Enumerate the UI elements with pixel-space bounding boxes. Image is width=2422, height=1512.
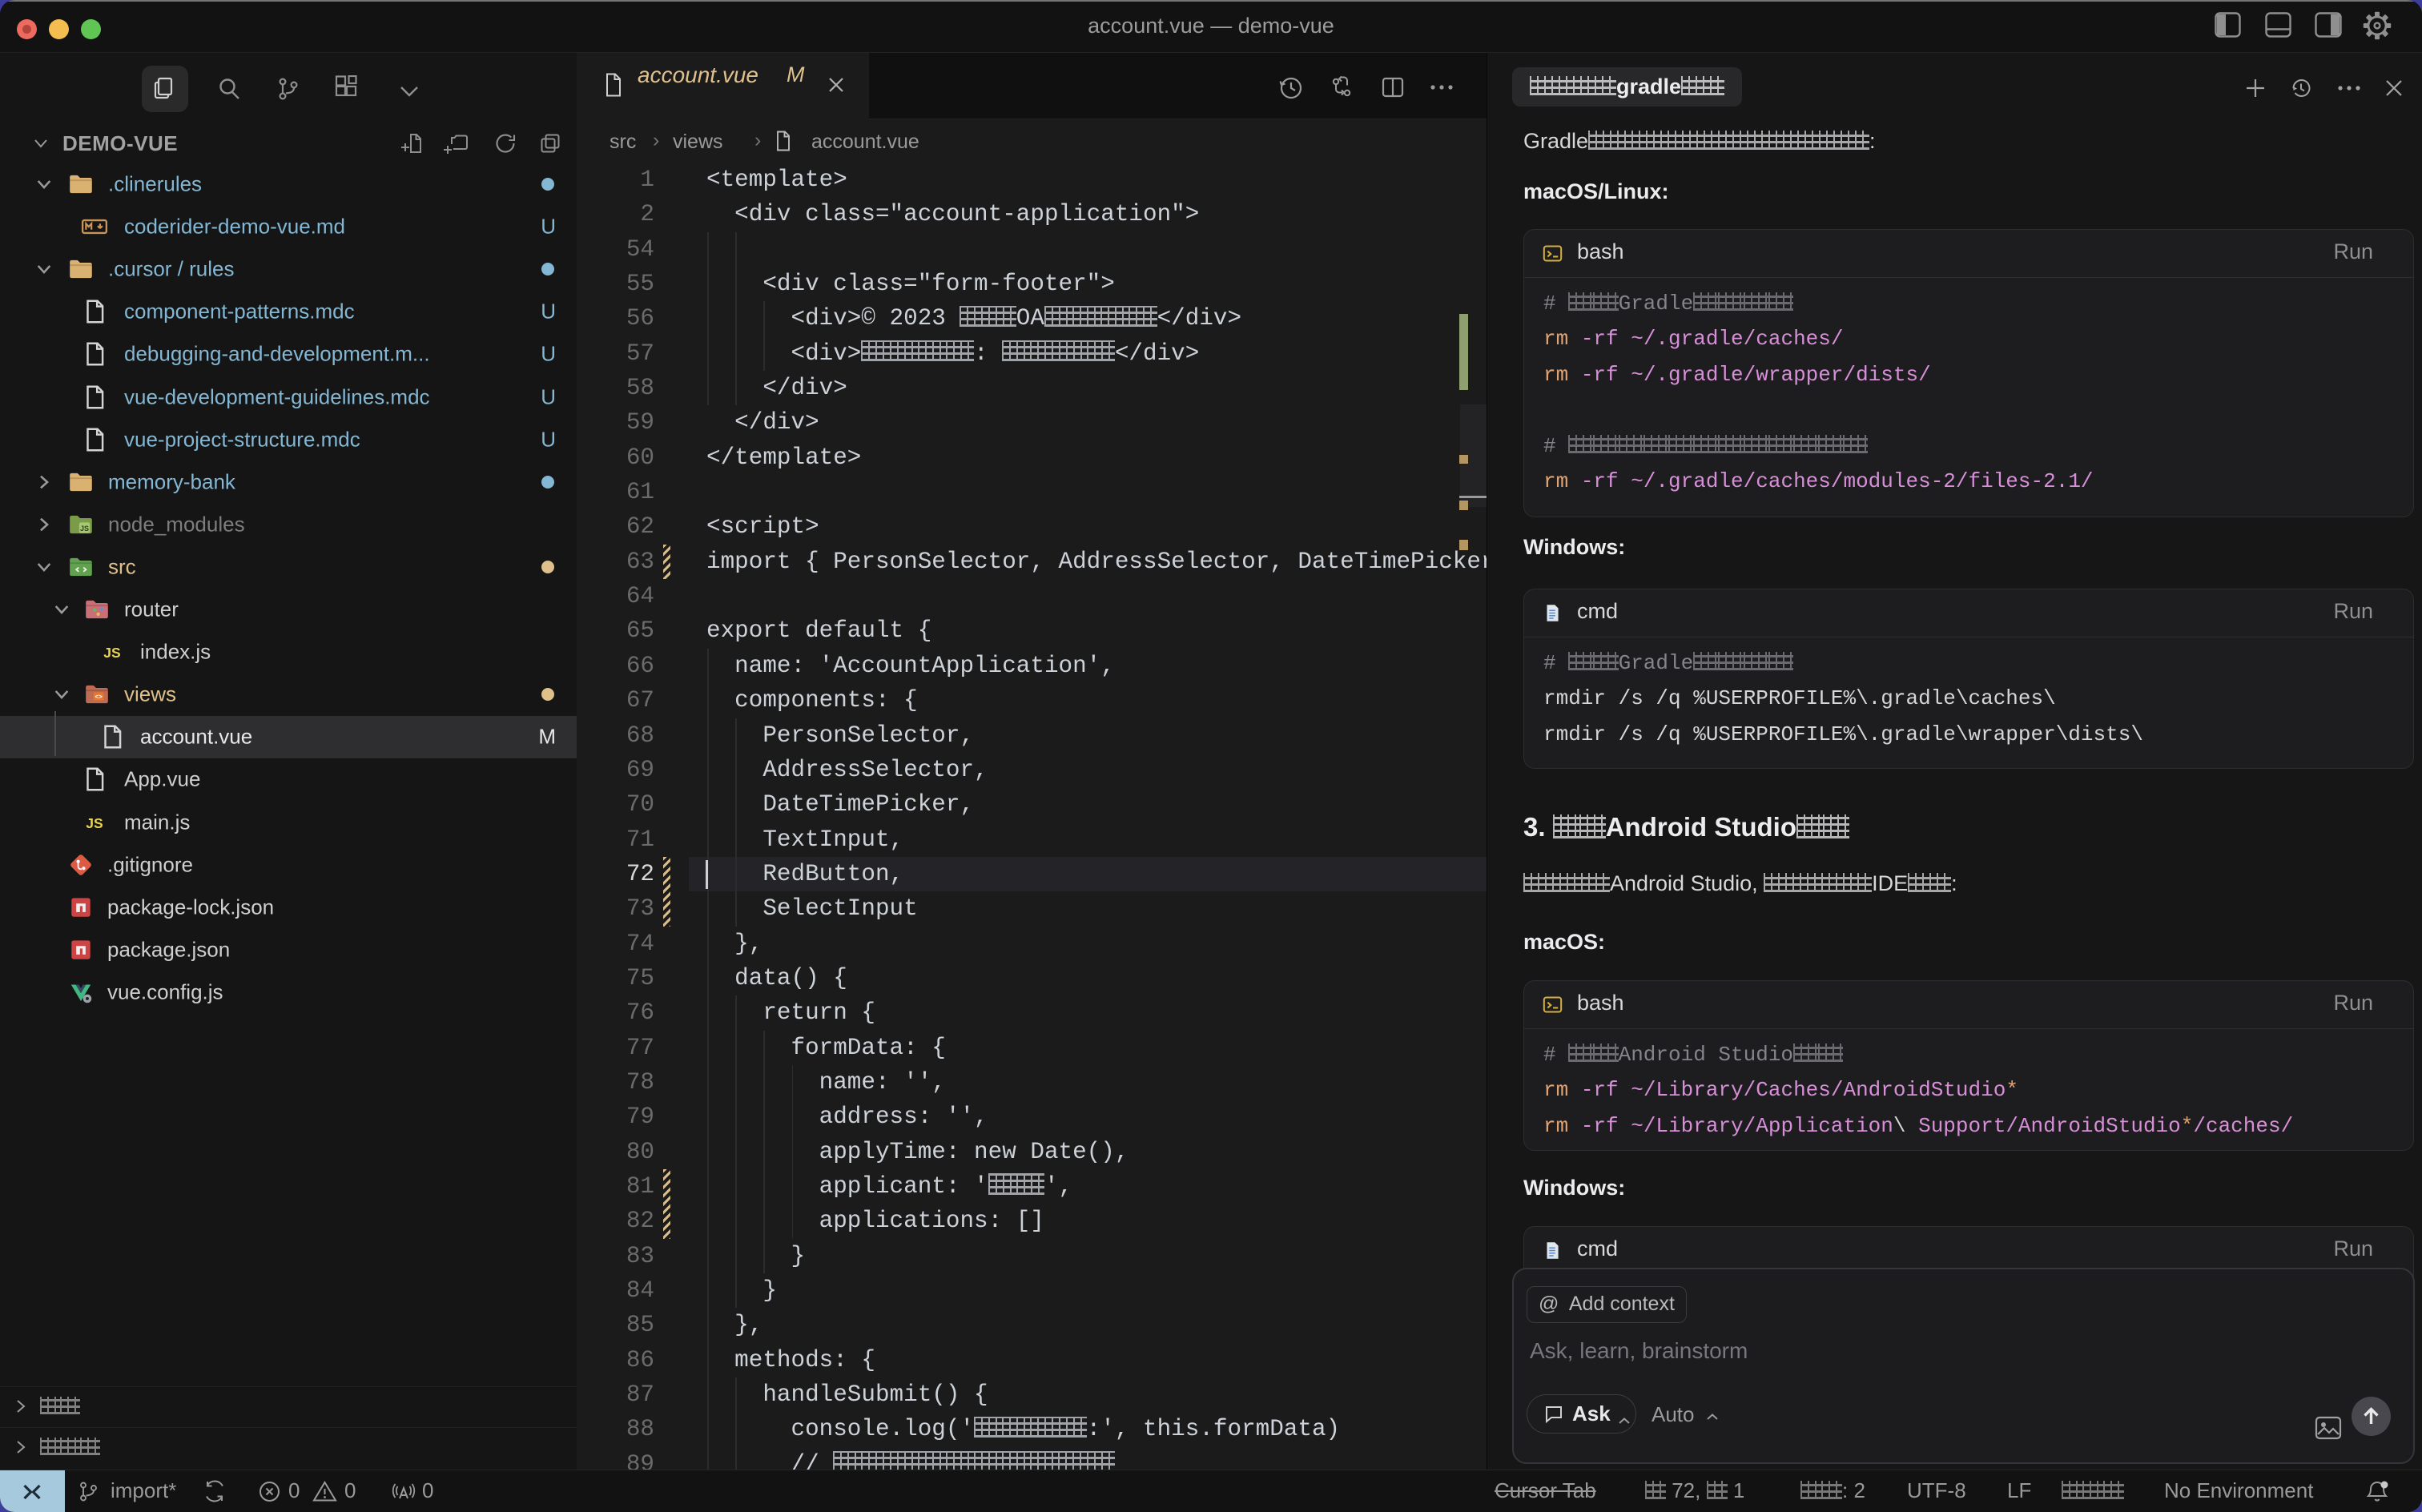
svg-text:JS: JS [80,525,89,533]
svg-text:JS: JS [86,814,103,830]
svg-text:<>: <> [95,694,103,701]
svg-text:JS: JS [103,645,120,661]
